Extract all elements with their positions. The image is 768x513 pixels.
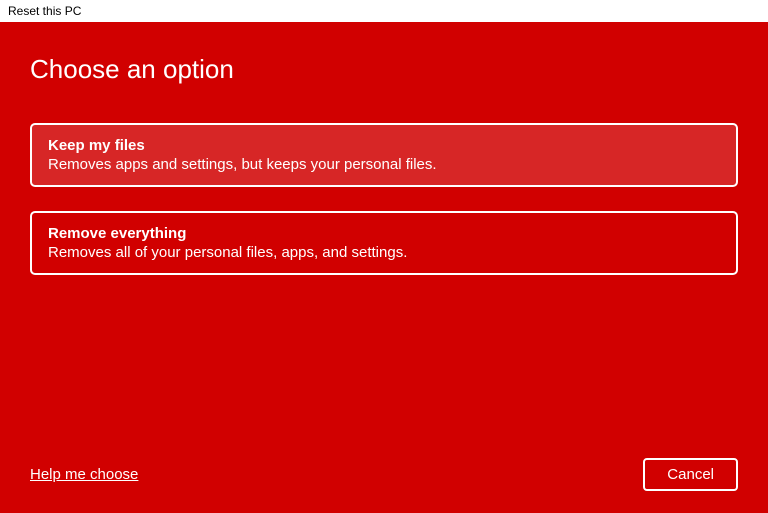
dialog-heading: Choose an option — [30, 54, 738, 85]
window-title: Reset this PC — [0, 0, 768, 22]
option-remove-everything[interactable]: Remove everything Removes all of your pe… — [30, 211, 738, 275]
dialog-footer: Help me choose Cancel — [30, 458, 738, 491]
cancel-button[interactable]: Cancel — [643, 458, 738, 491]
option-description: Removes apps and settings, but keeps you… — [48, 156, 720, 173]
option-title: Remove everything — [48, 225, 720, 242]
option-keep-files[interactable]: Keep my files Removes apps and settings,… — [30, 123, 738, 187]
dialog-body: Choose an option Keep my files Removes a… — [0, 22, 768, 513]
help-link[interactable]: Help me choose — [30, 466, 138, 483]
option-description: Removes all of your personal files, apps… — [48, 244, 720, 261]
option-title: Keep my files — [48, 137, 720, 154]
